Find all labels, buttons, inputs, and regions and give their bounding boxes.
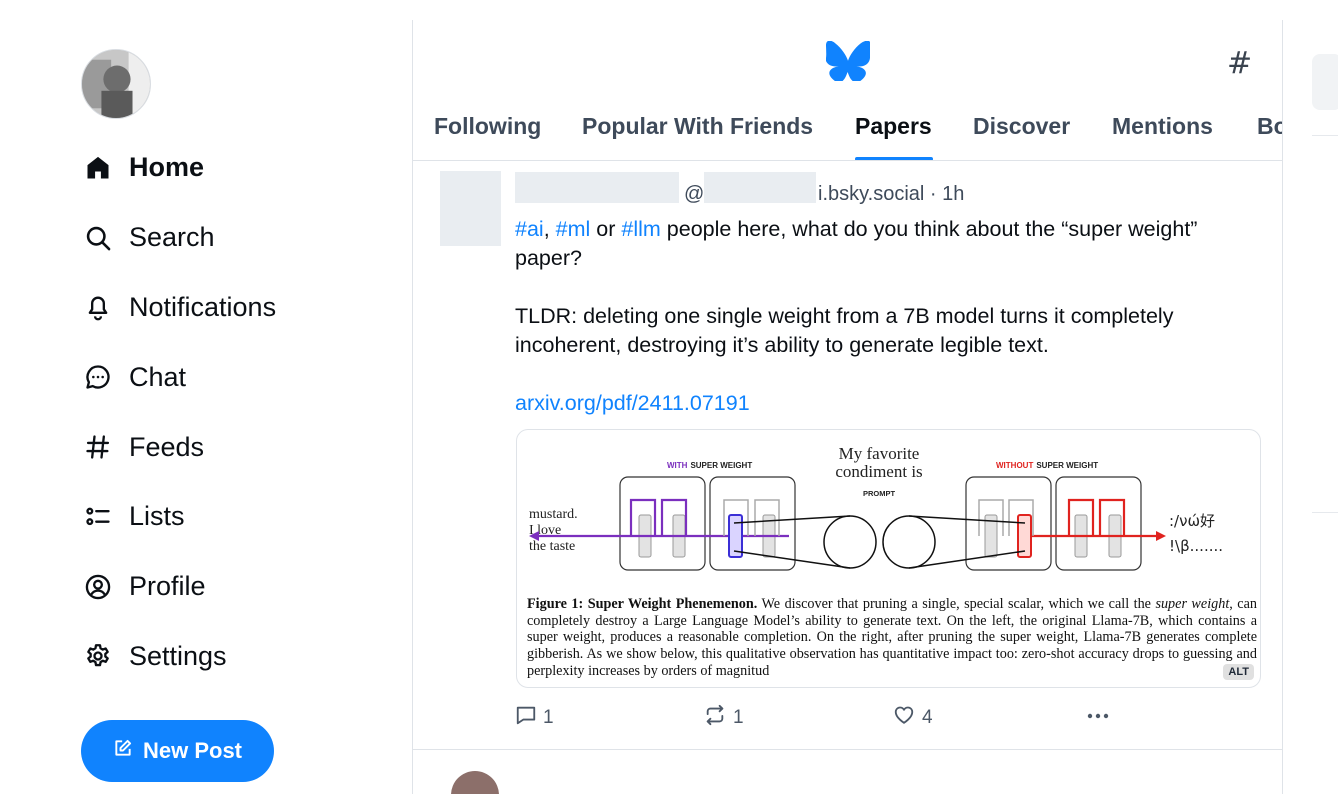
- right-panel-divider: [1312, 512, 1338, 513]
- list-icon: [83, 502, 113, 532]
- heart-icon: [892, 704, 916, 732]
- repost-count: 1: [733, 707, 744, 728]
- search-icon: [83, 223, 113, 253]
- text-sep: ,: [543, 217, 556, 241]
- right-panel-divider: [1312, 135, 1338, 136]
- tab-discover[interactable]: Discover: [973, 113, 1070, 140]
- left-output-3: the taste: [529, 539, 575, 554]
- hashtag-ml[interactable]: #ml: [556, 217, 591, 241]
- reply-icon: [515, 704, 537, 732]
- chat-icon: [83, 362, 113, 392]
- main-feed-column: # Following Popular With Friends Papers …: [412, 20, 1283, 794]
- prompt-line-1: My favorite: [839, 444, 920, 463]
- caption-title: Figure 1: Super Weight Phenemenon.: [527, 596, 758, 612]
- sidebar-item-profile[interactable]: Profile: [83, 552, 393, 622]
- feed-tabs: Following Popular With Friends Papers Di…: [413, 104, 1282, 161]
- figure-left-label: WITH SUPER WEIGHT: [667, 461, 752, 470]
- tab-popular-with-friends[interactable]: Popular With Friends: [582, 113, 813, 140]
- tab-bookmarks-partial[interactable]: Bo: [1257, 113, 1282, 140]
- figure-right-label: WITHOUT SUPER WEIGHT: [996, 461, 1098, 470]
- tab-mentions[interactable]: Mentions: [1112, 113, 1213, 140]
- hashtag-ai[interactable]: #ai: [515, 217, 544, 241]
- post-divider: [413, 749, 1282, 750]
- sidebar-item-label: Home: [129, 152, 205, 183]
- super-weight-figure: WITH SUPER WEIGHT WITHOUT SUPER WEIGHT My …: [529, 444, 1223, 571]
- sidebar-item-home[interactable]: Home: [83, 133, 393, 203]
- reply-button[interactable]: 1: [515, 704, 554, 732]
- sidebar-item-label: Search: [129, 222, 215, 253]
- hashtag-llm[interactable]: #llm: [621, 217, 660, 241]
- more-icon: [1085, 704, 1111, 732]
- bell-icon: [83, 292, 113, 322]
- new-post-button[interactable]: New Post: [81, 720, 274, 782]
- reply-count: 1: [543, 707, 554, 728]
- tab-following[interactable]: Following: [434, 113, 541, 140]
- sidebar-item-label: Profile: [129, 571, 206, 602]
- compose-icon: [113, 738, 133, 764]
- sidebar-item-label: Notifications: [129, 291, 277, 322]
- right-panel-search-partial[interactable]: [1312, 54, 1338, 110]
- prompt-tag: PROMPT: [863, 489, 896, 498]
- caption-italic: super weight: [1155, 596, 1230, 612]
- active-tab-indicator: [855, 157, 933, 160]
- sidebar-item-label: Settings: [129, 640, 227, 671]
- sidebar-item-label: Feeds: [129, 431, 205, 462]
- post-body: #ai, #ml or #llm people here, what do yo…: [515, 215, 1265, 418]
- repost-button[interactable]: 1: [703, 704, 744, 732]
- profile-icon: [83, 572, 113, 602]
- left-output-1: mustard.: [529, 507, 578, 522]
- user-avatar[interactable]: [81, 49, 151, 119]
- right-output-2: !\β.......: [1169, 537, 1223, 555]
- image-embed[interactable]: WITH SUPER WEIGHT WITHOUT SUPER WEIGHT My …: [516, 429, 1261, 688]
- sidebar-nav: Home Search Notifications Chat Feeds Lis…: [83, 133, 393, 691]
- sidebar-item-feeds[interactable]: Feeds: [83, 412, 393, 482]
- sidebar-item-chat[interactable]: Chat: [83, 342, 393, 412]
- more-options-button[interactable]: [1085, 704, 1111, 732]
- author-name-redacted: [515, 172, 679, 203]
- home-icon: [83, 153, 113, 183]
- like-count: 4: [922, 707, 933, 728]
- gear-icon: [83, 641, 113, 671]
- sidebar-item-lists[interactable]: Lists: [83, 482, 393, 552]
- hash-icon: [83, 432, 113, 462]
- butterfly-icon[interactable]: [825, 40, 871, 83]
- handle-and-timestamp[interactable]: i.bsky.social · 1h: [818, 183, 964, 206]
- post-author-avatar[interactable]: [440, 171, 501, 246]
- paper-link[interactable]: arxiv.org/pdf/2411.07191: [515, 391, 750, 415]
- post-actions: 1 1 4: [515, 704, 1135, 734]
- sidebar-item-search[interactable]: Search: [83, 203, 393, 273]
- without-keyword: WITHOUT: [996, 461, 1033, 470]
- repost-icon: [703, 704, 727, 732]
- new-post-label: New Post: [142, 738, 243, 763]
- text-sep: or: [590, 217, 622, 241]
- feeds-shortcut-button[interactable]: #: [1227, 46, 1252, 81]
- sidebar-item-notifications[interactable]: Notifications: [83, 273, 393, 343]
- handle-prefix: @: [684, 183, 705, 205]
- next-post-avatar[interactable]: [451, 771, 499, 794]
- like-button[interactable]: 4: [892, 704, 933, 732]
- tab-papers[interactable]: Papers: [855, 113, 932, 140]
- alt-text-badge[interactable]: ALT: [1223, 664, 1254, 680]
- with-keyword: WITH: [667, 461, 688, 470]
- prompt-line-2: condiment is: [835, 462, 922, 481]
- author-handle-redacted: [704, 172, 816, 203]
- sidebar-item-label: Chat: [129, 361, 187, 392]
- caption-text: We discover that pruning a single, speci…: [757, 596, 1156, 612]
- post-tldr: TLDR: deleting one single weight from a …: [515, 304, 1174, 357]
- figure-caption: Figure 1: Super Weight Phenemenon. We di…: [527, 596, 1257, 680]
- sidebar-item-label: Lists: [129, 501, 185, 532]
- right-output-1: :/νώ好: [1169, 512, 1215, 530]
- post-paragraph: #ai, #ml or #llm people here, what do yo…: [515, 215, 1265, 273]
- sidebar-item-settings[interactable]: Settings: [83, 622, 393, 692]
